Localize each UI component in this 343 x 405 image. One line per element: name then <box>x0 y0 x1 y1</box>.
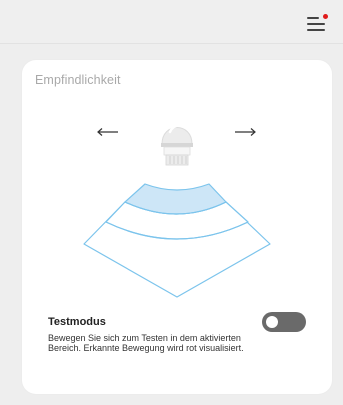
arrow-right-icon[interactable] <box>230 124 260 140</box>
menu-line <box>307 23 325 25</box>
hamburger-menu-icon[interactable] <box>307 14 329 32</box>
test-mode-description: Bewegen Sie sich zum Testen in dem aktiv… <box>48 333 244 353</box>
toggle-knob <box>266 316 278 328</box>
top-bar <box>0 0 343 44</box>
test-mode-toggle[interactable] <box>262 312 306 332</box>
motion-sensor-icon <box>161 124 193 166</box>
detection-zones <box>83 183 271 298</box>
sensor-visualization <box>83 124 271 298</box>
menu-line <box>307 29 325 31</box>
sensitivity-card: Empfindlichkeit Testmodus Bewegen Sie si… <box>22 60 332 394</box>
notification-dot <box>323 14 328 19</box>
menu-line <box>307 17 319 19</box>
test-mode-label: Testmodus <box>48 316 106 328</box>
arrow-left-icon[interactable] <box>92 124 122 140</box>
